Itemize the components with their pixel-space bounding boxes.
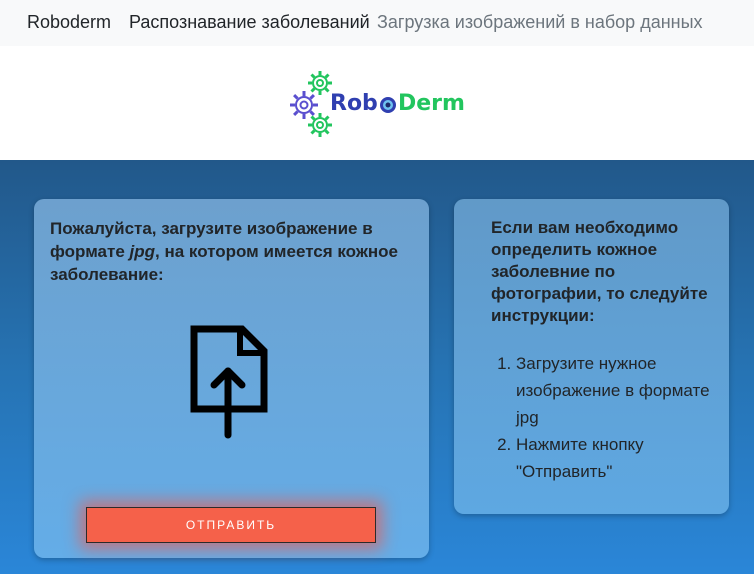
- logo-banner: Rob Derm: [0, 46, 754, 160]
- nav-link-recognition[interactable]: Распознавание заболеваний: [129, 12, 370, 33]
- navbar: Roboderm Распознавание заболеваний Загру…: [0, 0, 754, 46]
- upload-card: Пожалуйста, загрузите изображение в форм…: [34, 199, 429, 558]
- instructions-card: Если вам необходимо определить кожное за…: [454, 199, 729, 514]
- file-upload-icon[interactable]: [190, 323, 272, 439]
- instruction-step: Нажмите кнопку "Отправить": [516, 431, 716, 485]
- upload-text-format: jpg: [129, 242, 156, 261]
- logo-text-derm: Derm: [398, 91, 465, 116]
- instruction-step: Загрузите нужное изображение в формате j…: [516, 350, 716, 431]
- upload-instructions-text: Пожалуйста, загрузите изображение в форм…: [50, 217, 410, 286]
- roboderm-logo: Rob Derm: [288, 69, 468, 139]
- main-section: Пожалуйста, загрузите изображение в форм…: [0, 160, 754, 574]
- logo-text-rob: Rob: [330, 91, 378, 116]
- instructions-title: Если вам необходимо определить кожное за…: [491, 218, 708, 325]
- instructions-list: Загрузите нужное изображение в формате j…: [516, 350, 716, 485]
- submit-button[interactable]: ОТПРАВИТЬ: [86, 507, 376, 543]
- brand-link[interactable]: Roboderm: [27, 12, 111, 33]
- nav-link-dataset-upload[interactable]: Загрузка изображений в набор данных: [377, 12, 703, 33]
